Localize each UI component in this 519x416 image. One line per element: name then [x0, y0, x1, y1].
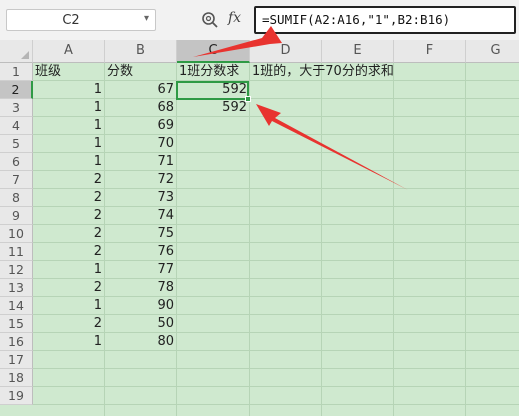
cell-b9[interactable]: 74	[105, 207, 177, 225]
cell-b2[interactable]: 67	[105, 81, 177, 99]
cell-b1[interactable]: 分数	[105, 63, 177, 81]
cell-b4[interactable]: 69	[105, 117, 177, 135]
cell-b13[interactable]: 78	[105, 279, 177, 297]
cell-a6[interactable]: 1	[33, 153, 105, 171]
row-header-15[interactable]: 15	[0, 315, 33, 333]
cell-a8[interactable]: 2	[33, 189, 105, 207]
row-header-11[interactable]: 11	[0, 243, 33, 261]
cell-a13[interactable]: 2	[33, 279, 105, 297]
column-header-a[interactable]: A	[33, 40, 105, 63]
column-header-e[interactable]: E	[322, 40, 394, 63]
cell-a3[interactable]: 1	[33, 99, 105, 117]
row-header-16[interactable]: 16	[0, 333, 33, 351]
row-header-4[interactable]: 4	[0, 117, 33, 135]
cell-a10[interactable]: 2	[33, 225, 105, 243]
zoom-icon[interactable]	[201, 11, 219, 29]
row-header-9[interactable]: 9	[0, 207, 33, 225]
cell-b14[interactable]: 90	[105, 297, 177, 315]
column-header-f[interactable]: F	[394, 40, 466, 63]
cell-b16[interactable]: 80	[105, 333, 177, 351]
row-header-19[interactable]: 19	[0, 387, 33, 405]
row-gridline	[33, 386, 519, 387]
row-header-14[interactable]: 14	[0, 297, 33, 315]
row-gridline	[33, 404, 519, 405]
formula-input[interactable]: =SUMIF(A2:A16,"1",B2:B16)	[254, 6, 516, 34]
row-header-17[interactable]: 17	[0, 351, 33, 369]
name-box[interactable]: C2 ▾	[6, 9, 156, 31]
select-all-corner[interactable]	[0, 40, 33, 63]
row-header-18[interactable]: 18	[0, 369, 33, 387]
cell-c3[interactable]: 592	[177, 99, 250, 117]
row-header-12[interactable]: 12	[0, 261, 33, 279]
column-header-b[interactable]: B	[105, 40, 177, 63]
cell-a7[interactable]: 2	[33, 171, 105, 189]
cell-b3[interactable]: 68	[105, 99, 177, 117]
active-cell-border	[176, 81, 249, 100]
row-gridline	[33, 368, 519, 369]
cell-a9[interactable]: 2	[33, 207, 105, 225]
formula-toolbar: C2 ▾ fx =SUMIF(A2:A16,"1",B2:B16)	[0, 0, 519, 41]
cell-b15[interactable]: 50	[105, 315, 177, 333]
row-header-6[interactable]: 6	[0, 153, 33, 171]
cell-a14[interactable]: 1	[33, 297, 105, 315]
column-gridline	[465, 63, 466, 416]
chevron-down-icon[interactable]: ▾	[144, 13, 149, 24]
fill-handle[interactable]	[245, 96, 251, 102]
cell-a16[interactable]: 1	[33, 333, 105, 351]
cell-a11[interactable]: 2	[33, 243, 105, 261]
row-header-8[interactable]: 8	[0, 189, 33, 207]
cell-a12[interactable]: 1	[33, 261, 105, 279]
row-header-3[interactable]: 3	[0, 99, 33, 117]
row-header-13[interactable]: 13	[0, 279, 33, 297]
name-box-value: C2	[62, 13, 80, 28]
cell-b5[interactable]: 70	[105, 135, 177, 153]
cell-b12[interactable]: 77	[105, 261, 177, 279]
cell-a15[interactable]: 2	[33, 315, 105, 333]
cell-a1[interactable]: 班级	[33, 63, 105, 81]
cell-c1[interactable]: 1班分数求	[177, 63, 250, 81]
row-header-1[interactable]: 1	[0, 63, 33, 81]
cell-b8[interactable]: 73	[105, 189, 177, 207]
column-header-g[interactable]: G	[466, 40, 519, 63]
row-header-10[interactable]: 10	[0, 225, 33, 243]
cell-a4[interactable]: 1	[33, 117, 105, 135]
cell-a2[interactable]: 1	[33, 81, 105, 99]
row-header-2[interactable]: 2	[0, 81, 33, 99]
column-header-d[interactable]: D	[250, 40, 322, 63]
fx-icon[interactable]: fx	[228, 10, 241, 26]
column-gridline	[321, 63, 322, 416]
cell-a5[interactable]: 1	[33, 135, 105, 153]
column-header-c[interactable]: C	[177, 40, 250, 63]
cell-b10[interactable]: 75	[105, 225, 177, 243]
cell-b6[interactable]: 71	[105, 153, 177, 171]
cell-b7[interactable]: 72	[105, 171, 177, 189]
row-header-5[interactable]: 5	[0, 135, 33, 153]
row-header-7[interactable]: 7	[0, 171, 33, 189]
cell-b11[interactable]: 76	[105, 243, 177, 261]
column-gridline	[393, 63, 394, 416]
cell-d1[interactable]: 1班的，大于70分的求和	[250, 63, 394, 81]
